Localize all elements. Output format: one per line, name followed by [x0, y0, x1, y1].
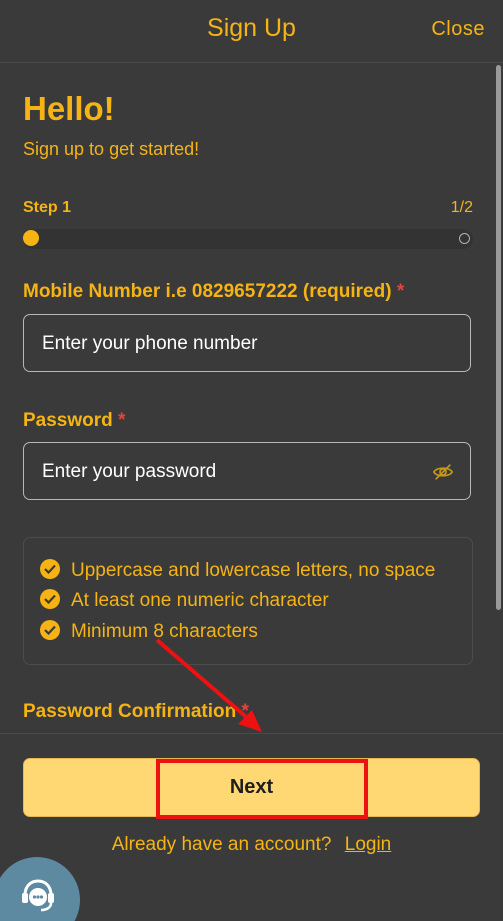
password-rule: Minimum 8 characters	[40, 619, 258, 645]
step-final-dot	[459, 233, 470, 244]
check-circle-icon	[40, 558, 60, 579]
password-input[interactable]	[40, 443, 424, 501]
login-prompt: Already have an account? Login	[0, 834, 503, 856]
login-link[interactable]: Login	[345, 834, 392, 855]
check-circle-icon	[40, 588, 60, 609]
required-mark: *	[118, 410, 126, 431]
mobile-label: Mobile Number i.e 0829657222 (required) …	[23, 281, 404, 303]
signup-form: Hello! Sign up to get started! Step 1 1/…	[0, 63, 503, 733]
password-field-box	[23, 442, 471, 501]
password-confirmation-label-text: Password Confirmation	[23, 701, 237, 722]
step-progress-track	[23, 229, 473, 249]
password-rule: At least one numeric character	[40, 588, 329, 614]
eye-off-icon[interactable]	[432, 461, 454, 483]
account-prompt-text: Already have an account?	[111, 834, 332, 855]
mobile-input[interactable]	[40, 315, 424, 373]
password-label: Password *	[23, 410, 125, 432]
close-button[interactable]: Close	[431, 18, 485, 41]
step-current-dot	[23, 230, 39, 246]
password-confirmation-label: Password Confirmation *	[23, 701, 249, 723]
greeting-subtitle: Sign up to get started!	[23, 139, 200, 159]
step-count: 1/2	[450, 199, 473, 216]
check-circle-icon	[40, 619, 60, 640]
greeting-heading: Hello!	[23, 90, 115, 127]
required-mark: *	[396, 281, 405, 302]
password-rule: Uppercase and lowercase letters, no spac…	[40, 558, 435, 584]
support-agent-icon	[22, 879, 54, 912]
password-label-text: Password	[23, 410, 113, 431]
password-rule-text: At least one numeric character	[71, 590, 329, 611]
password-rule-text: Uppercase and lowercase letters, no spac…	[71, 560, 436, 581]
page-title: Sign Up	[207, 14, 296, 42]
mobile-field-box	[23, 314, 471, 373]
password-rule-text: Minimum 8 characters	[71, 621, 258, 642]
step-label: Step 1	[23, 199, 72, 216]
header: Sign Up Close	[0, 0, 503, 63]
mobile-label-text: Mobile Number i.e 0829657222 (required)	[23, 281, 392, 302]
scrollbar[interactable]	[496, 65, 501, 610]
required-mark: *	[241, 701, 249, 722]
next-button[interactable]: Next	[23, 758, 480, 817]
signup-screen: Sign Up Close Hello! Sign up to get star…	[0, 0, 503, 921]
password-requirements: Uppercase and lowercase letters, no spac…	[23, 537, 473, 665]
